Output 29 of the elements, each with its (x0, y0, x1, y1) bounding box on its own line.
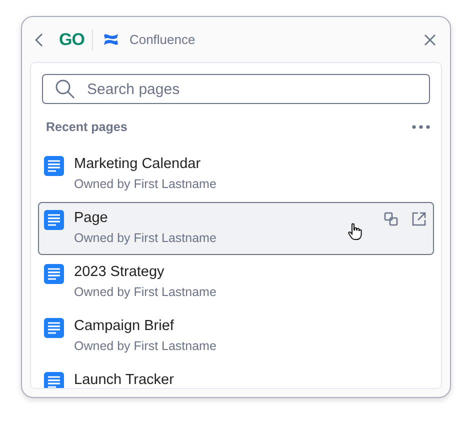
page-owner: Owned by First Lastname (74, 230, 216, 247)
go-logo: GO (53, 28, 94, 50)
document-icon (44, 156, 64, 176)
page-owner: Owned by First Lastname (74, 338, 216, 355)
page-title: Launch Tracker (74, 371, 174, 388)
back-icon[interactable] (35, 32, 43, 46)
search-icon (55, 79, 75, 99)
document-icon (44, 318, 64, 338)
page-item[interactable]: Campaign Brief Owned by First Lastname (38, 310, 434, 363)
page-title: Campaign Brief (74, 317, 175, 336)
page-title: Page (74, 209, 109, 228)
document-icon (44, 264, 64, 284)
copy-icon[interactable] (384, 212, 398, 226)
page-item[interactable]: Page Owned by First Lastname (38, 202, 434, 255)
page-item[interactable]: 2023 Strategy Owned by First Lastname (38, 256, 434, 309)
page-title: Marketing Calendar (74, 155, 202, 174)
page-owner: Owned by First Lastname (74, 176, 216, 193)
external-link-icon[interactable] (412, 212, 426, 226)
page-owner: Owned by First Lastname (74, 284, 216, 301)
page-item[interactable]: Launch Tracker (38, 364, 434, 388)
page-item[interactable]: Marketing Calendar Owned by First Lastname (38, 148, 434, 201)
close-icon[interactable] (424, 34, 436, 46)
section-title: Recent pages (46, 120, 128, 134)
page-title: 2023 Strategy (74, 263, 166, 282)
search-field[interactable]: Search pages (42, 74, 430, 104)
hand-cursor-icon (348, 223, 362, 240)
more-icon[interactable] (412, 125, 430, 129)
app-name: Confluence (129, 32, 196, 47)
document-icon (44, 210, 64, 230)
